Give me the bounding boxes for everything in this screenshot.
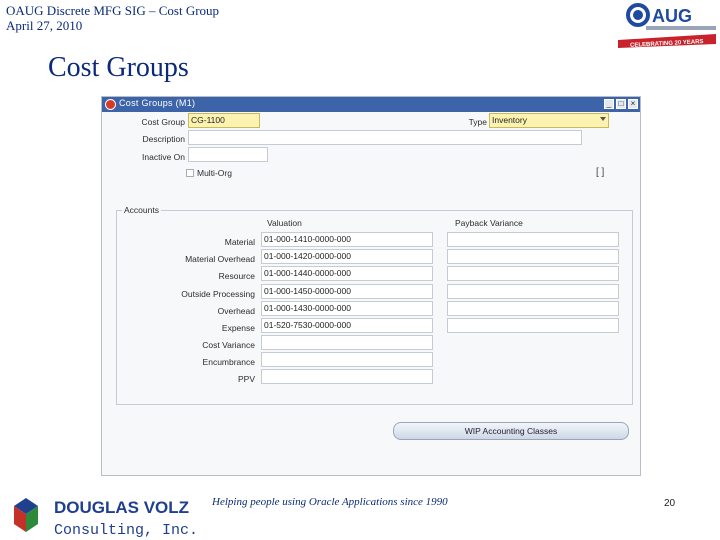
valuation-field-outside-processing[interactable]: 01-000-1450-0000-000 bbox=[261, 284, 433, 299]
slide-header: OAUG Discrete MFG SIG – Cost Group April… bbox=[6, 3, 219, 33]
payback-field-resource[interactable] bbox=[447, 266, 619, 281]
payback-field-expense[interactable] bbox=[447, 318, 619, 333]
payback-field-outside-processing[interactable] bbox=[447, 284, 619, 299]
account-label-expense: Expense bbox=[221, 323, 255, 333]
payback-field-overhead[interactable] bbox=[447, 301, 619, 316]
accounts-group-label: Accounts bbox=[122, 205, 161, 215]
oaug-logo: AUG CELEBRATING 20 YEARS bbox=[618, 3, 716, 49]
company-name-line1: DOUGLAS VOLZ bbox=[54, 498, 189, 517]
window-title: Cost Groups (M1) bbox=[119, 98, 196, 108]
multi-org-checkbox[interactable] bbox=[186, 169, 194, 177]
account-label-material: Material bbox=[224, 237, 255, 247]
valuation-field-ppv[interactable] bbox=[261, 369, 433, 384]
account-label-outside-processing: Outside Processing bbox=[181, 289, 255, 299]
svg-text:AUG: AUG bbox=[652, 6, 692, 26]
account-label-encumbrance: Encumbrance bbox=[202, 357, 255, 367]
account-label-cost-variance: Cost Variance bbox=[202, 340, 255, 350]
valuation-field-expense[interactable]: 01-520-7530-0000-000 bbox=[261, 318, 433, 333]
account-label-material-overhead: Material Overhead bbox=[185, 254, 255, 264]
cost-group-field[interactable]: CG-1100 bbox=[188, 113, 260, 128]
inactive-on-label: Inactive On bbox=[142, 152, 185, 162]
slide-header-line2: April 27, 2010 bbox=[6, 18, 83, 33]
close-button[interactable]: × bbox=[628, 99, 638, 109]
valuation-field-resource[interactable]: 01-000-1440-0000-000 bbox=[261, 266, 433, 281]
oracle-icon bbox=[105, 99, 116, 110]
cost-groups-window: Cost Groups (M1) _ □ × Cost Group CG-110… bbox=[101, 96, 641, 476]
wip-accounting-classes-button[interactable]: WIP Accounting Classes bbox=[393, 422, 629, 440]
type-label: Type bbox=[468, 117, 487, 127]
description-field[interactable] bbox=[188, 130, 582, 145]
valuation-field-material[interactable]: 01-000-1410-0000-000 bbox=[261, 232, 433, 247]
descriptive-flexfield-hint[interactable]: [ ] bbox=[596, 167, 604, 178]
account-label-ppv: PPV bbox=[237, 374, 255, 384]
valuation-field-material-overhead[interactable]: 01-000-1420-0000-000 bbox=[261, 249, 433, 264]
type-select[interactable]: Inventory bbox=[489, 113, 609, 128]
valuation-header: Valuation bbox=[267, 218, 302, 228]
inactive-on-field[interactable] bbox=[188, 147, 268, 162]
valuation-field-cost-variance[interactable] bbox=[261, 335, 433, 350]
payback-field-material[interactable] bbox=[447, 232, 619, 247]
cost-group-label: Cost Group bbox=[141, 117, 185, 127]
slide-header-line1: OAUG Discrete MFG SIG – Cost Group bbox=[6, 3, 220, 18]
maximize-button[interactable]: □ bbox=[616, 99, 626, 109]
chevron-down-icon bbox=[600, 117, 606, 121]
multi-org-label: Multi-Org bbox=[197, 168, 232, 178]
footer-tagline: Helping people using Oracle Applications… bbox=[212, 496, 448, 508]
window-titlebar[interactable]: Cost Groups (M1) _ □ × bbox=[102, 97, 640, 112]
payback-variance-header: Payback Variance bbox=[455, 218, 523, 228]
page-number: 20 bbox=[664, 498, 676, 509]
account-label-overhead: Overhead bbox=[217, 306, 255, 316]
valuation-field-encumbrance[interactable] bbox=[261, 352, 433, 367]
minimize-button[interactable]: _ bbox=[604, 99, 614, 109]
douglas-volz-logo: DOUGLAS VOLZ Consulting, Inc. bbox=[9, 498, 198, 538]
valuation-field-overhead[interactable]: 01-000-1430-0000-000 bbox=[261, 301, 433, 316]
type-select-value: Inventory bbox=[492, 115, 527, 125]
account-label-resource: Resource bbox=[218, 271, 255, 281]
company-name-line2: Consulting, Inc. bbox=[54, 522, 198, 538]
description-label: Description bbox=[142, 134, 185, 144]
page-title: Cost Groups bbox=[48, 52, 189, 83]
payback-field-material-overhead[interactable] bbox=[447, 249, 619, 264]
